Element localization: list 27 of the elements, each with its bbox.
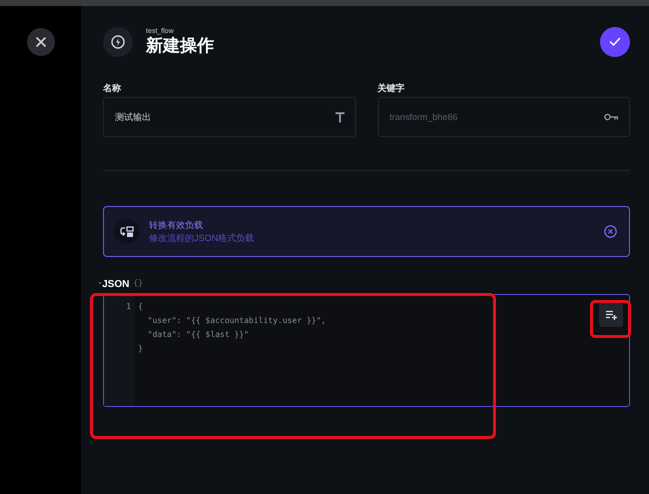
close-button[interactable] (26, 28, 54, 56)
key-icon (604, 113, 619, 121)
input-field[interactable]: 测试输出 (103, 97, 356, 137)
transform-icon (120, 226, 134, 238)
code-line: "data": "{{ $last }}" (146, 329, 249, 341)
bolt-icon (111, 35, 125, 49)
input-field[interactable]: transform_bhe86 (378, 97, 630, 137)
close-icon (34, 36, 46, 48)
code-line: "user": "{{ $accountability.user }}", (146, 315, 326, 327)
close-circle-icon[interactable] (604, 225, 617, 238)
code-line: } (138, 343, 143, 355)
line-number: 1 (126, 301, 131, 313)
highlight-frame (590, 300, 631, 338)
confirm-button[interactable] (600, 27, 630, 57)
field-label: JSON (102, 278, 130, 292)
page-title: 新建操作 (146, 36, 214, 56)
text-icon (334, 112, 344, 122)
type-hint: {} (133, 278, 143, 290)
list-add-icon (604, 310, 618, 320)
field-label: 关键字 (378, 82, 406, 94)
check-icon (609, 37, 621, 47)
notice-description: 修改流程的JSON格式负载 (149, 232, 256, 244)
notice-title: 转换有效负载 (149, 218, 204, 232)
field-label: 名称 (103, 82, 122, 94)
insert-variable-button[interactable] (599, 303, 623, 327)
code-editor[interactable]: 1 { "user": "{{ $accountability.user }}", "data": "{{ $last }}" } (103, 294, 630, 407)
code-line: { (138, 301, 143, 313)
